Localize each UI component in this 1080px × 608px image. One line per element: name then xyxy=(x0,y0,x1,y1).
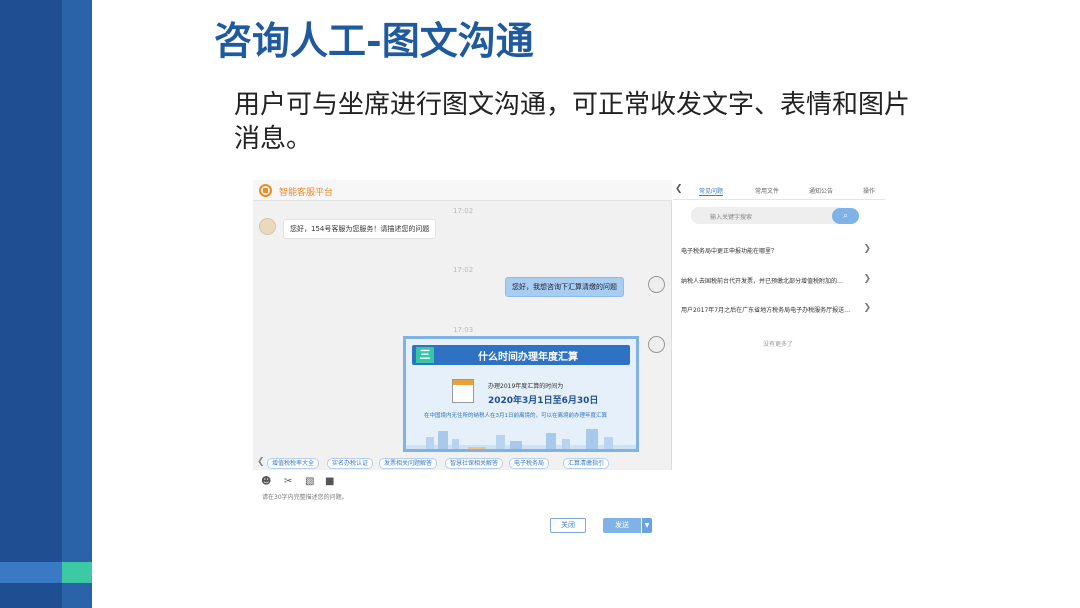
search-icon[interactable]: ⌕ xyxy=(832,208,859,224)
faq-text: 用户2017年7月之后在广东省地方税务局电子办税服务厅报送… xyxy=(681,307,851,314)
image-header: 三 什么时间办理年度汇算 xyxy=(412,345,630,365)
search-placeholder: 输入关键字搜索 xyxy=(710,214,753,221)
faq-item[interactable]: 纳税人去国税前台代开发票，并已预缴北部分增值税附加的… ❯ xyxy=(681,274,877,288)
quick-reply-chip[interactable]: 发票相关问题解答 xyxy=(379,458,438,469)
quick-reply-chip[interactable]: 电子税务局 xyxy=(509,458,550,469)
timestamp: 17:03 xyxy=(453,326,474,334)
agent-avatar xyxy=(648,336,665,353)
user-avatar xyxy=(259,218,276,235)
image-line: 办理2019年度汇算的时间为 xyxy=(488,383,564,390)
quick-reply-chip[interactable]: 增值税税率大全 xyxy=(267,458,320,469)
send-dropdown-icon[interactable]: ▼ xyxy=(642,518,652,533)
chat-panel: 智能客服平台 17:02 您好，154号客服为您服务！请描述您的问题 17:02… xyxy=(253,180,672,470)
right-tabs: ❮ 常见问题 常用文件 通知公告 操作 xyxy=(673,183,885,200)
app-title: 智能客服平台 xyxy=(279,188,334,198)
app-logo-icon xyxy=(259,184,272,197)
chevron-right-icon: ❯ xyxy=(863,274,871,284)
agent-avatar xyxy=(648,276,665,293)
slide-subtitle: 用户可与坐席进行图文沟通，可正常收发文字、表情和图片消息。 xyxy=(234,90,911,154)
quick-reply-chip[interactable]: 实名办税认证 xyxy=(327,458,374,469)
image-header-text: 什么时间办理年度汇算 xyxy=(478,352,578,363)
emoji-icon[interactable]: ☻ xyxy=(261,476,271,487)
left-decorative-bar xyxy=(0,0,92,608)
user-message: 您好，我想咨询下汇算清缴的问题 xyxy=(505,277,624,297)
city-skyline-illustration xyxy=(406,429,636,449)
tab-files[interactable]: 常用文件 xyxy=(755,186,779,195)
faq-text: 纳税人去国税前台代开发票，并已预缴北部分增值税附加的… xyxy=(681,278,844,285)
image-date-line: 2020年3月1日至6月30日 xyxy=(488,396,599,406)
sidebar-accent xyxy=(62,562,92,583)
tab-notices[interactable]: 通知公告 xyxy=(809,186,833,195)
scissors-icon[interactable]: ✂ xyxy=(284,476,292,487)
slide-title: 咨询人工-图文沟通 xyxy=(214,18,534,63)
app-screenshot: 智能客服平台 17:02 您好，154号客服为您服务！请描述您的问题 17:02… xyxy=(253,180,885,540)
close-button[interactable]: 关闭 xyxy=(550,518,586,533)
image-message[interactable]: 三 什么时间办理年度汇算 办理2019年度汇算的时间为 2020年3月1日至6月… xyxy=(403,336,639,452)
message-input-hint[interactable]: 请在30字内完整描述您的问题。 xyxy=(262,492,348,501)
chevron-right-icon: ❯ xyxy=(863,303,871,313)
quick-reply-chip[interactable]: 汇算清缴指引 xyxy=(563,458,610,469)
app-header: 智能客服平台 xyxy=(253,180,672,201)
agent-message: 您好，154号客服为您服务！请描述您的问题 xyxy=(283,219,437,239)
input-toolbar: ☻ ✂ ▧ ■ xyxy=(261,476,381,488)
quick-reply-chip[interactable]: 智慧社保相关解答 xyxy=(445,458,504,469)
no-more-label: 没有更多了 xyxy=(763,341,794,348)
tab-operation[interactable]: 操作 xyxy=(863,186,875,195)
image-icon[interactable]: ▧ xyxy=(305,476,314,487)
chevron-left-icon[interactable]: ❮ xyxy=(257,457,265,467)
timestamp: 17:02 xyxy=(453,207,474,215)
menu-icon: 三 xyxy=(416,347,434,363)
folder-icon[interactable]: ■ xyxy=(325,476,334,487)
timestamp: 17:02 xyxy=(453,266,474,274)
tab-faq[interactable]: 常见问题 xyxy=(699,186,724,196)
quick-replies-bar: ❮ 增值税税率大全 实名办税认证 发票相关问题解答 智慧社保相关解答 电子税务局… xyxy=(253,457,672,471)
faq-text: 电子税务局中更正申报功能在哪里？ xyxy=(681,248,778,255)
sidebar-stripe xyxy=(0,0,62,608)
chevron-left-icon[interactable]: ❮ xyxy=(675,184,683,194)
image-note: 在中国境内无住所的纳税人在3月1日前离境的，可以在离境前办理年度汇算 xyxy=(424,413,608,419)
send-button[interactable]: 发送 xyxy=(603,518,641,533)
chevron-right-icon: ❯ xyxy=(863,244,871,254)
calendar-icon xyxy=(452,379,474,403)
faq-item[interactable]: 电子税务局中更正申报功能在哪里？ ❯ xyxy=(681,244,877,258)
right-panel: ❮ 常见问题 常用文件 通知公告 操作 输入关键字搜索 ⌕ 电子税务局中更正申报… xyxy=(673,180,885,540)
faq-item[interactable]: 用户2017年7月之后在广东省地方税务局电子办税服务厅报送… ❯ xyxy=(681,303,877,317)
